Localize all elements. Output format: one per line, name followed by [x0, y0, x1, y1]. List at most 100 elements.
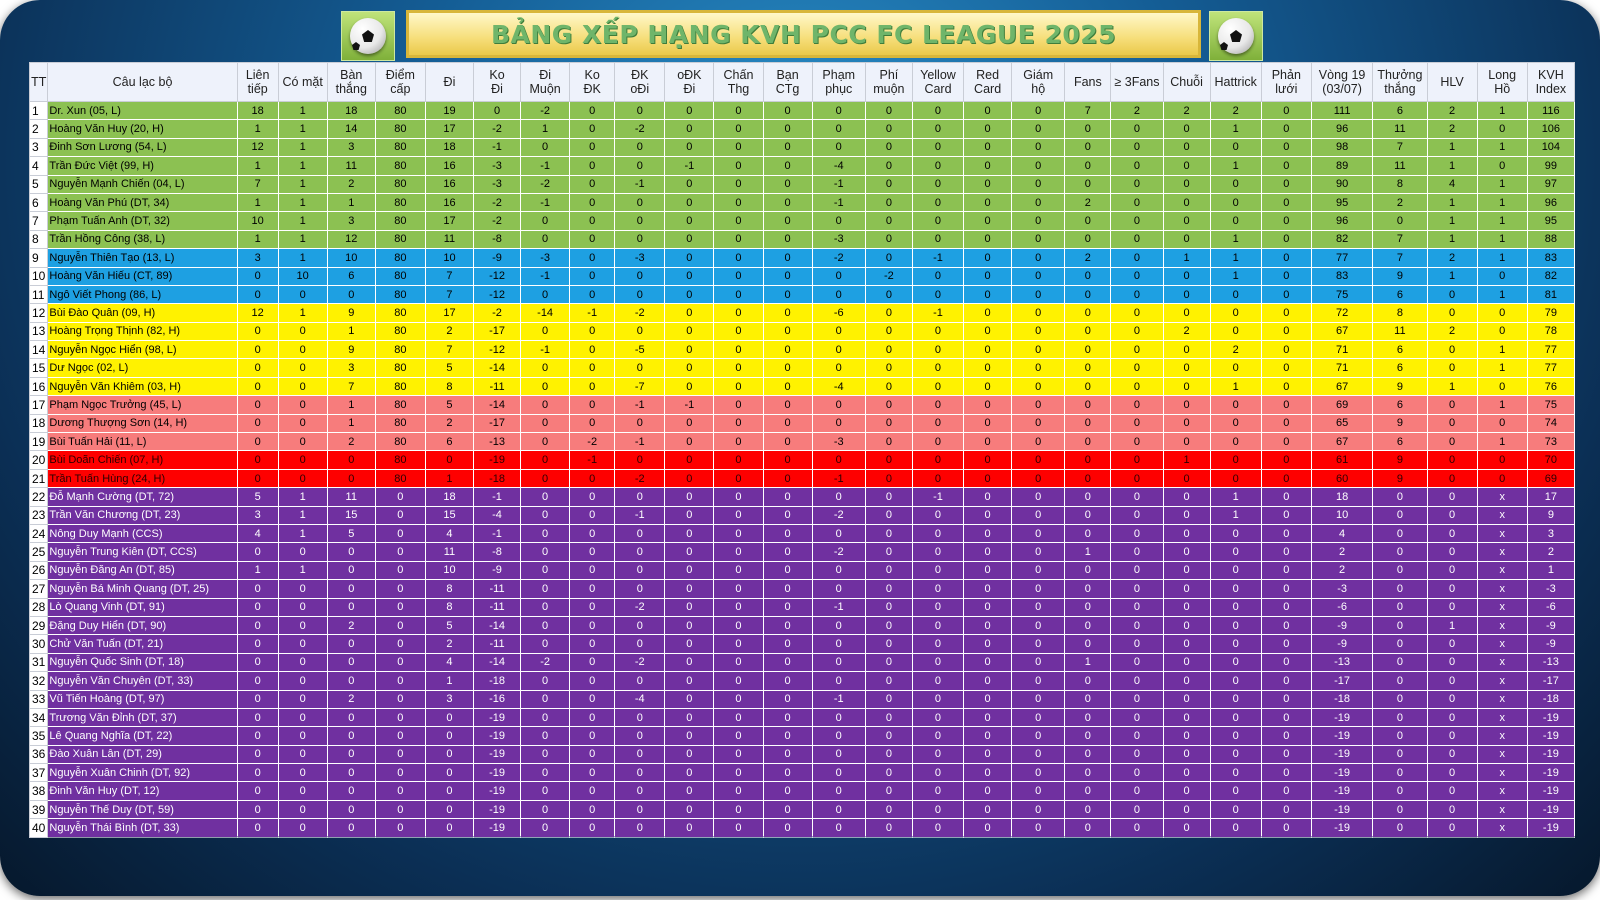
- table-row[interactable]: 24 Nông Duy Mạnh (CCS) 4 1 5 0 4 -1 0 0 0 0 0 0 0 0 0 0 0 0…: [28, 523, 1576, 544]
- column-header[interactable]: TT: [28, 62, 49, 102]
- column-header[interactable]: Hattrick: [1209, 62, 1262, 102]
- stat-cell: 0: [864, 542, 913, 562]
- column-header[interactable]: Red Card: [963, 62, 1013, 102]
- table-row[interactable]: 1 Dr. Xun (05, L) 18 1 18 80 19 0 -2 0 0 0 0 0 0 0 0 0 0 7 2…: [28, 100, 1576, 121]
- stat-cell: 0: [664, 192, 715, 213]
- column-header[interactable]: Bàn thắng: [326, 62, 376, 102]
- table-row[interactable]: 33 Vũ Tiến Hoàng (DT, 97) 0 0 2 0 3 -16 0 0 -4 0 0 0-…: [28, 689, 1576, 709]
- stat-cell: 1: [1162, 450, 1211, 470]
- stat-cell: 0: [963, 119, 1013, 139]
- table-row[interactable]: 40 Nguyễn Thái Bình (DT, 33) 0 0 0 0 0 -19 0 0 0 0 0…: [28, 818, 1576, 838]
- stat-cell: 0: [664, 560, 715, 581]
- stat-cell: 82: [1310, 229, 1374, 250]
- column-header[interactable]: Đi Muộn: [520, 62, 571, 102]
- column-header[interactable]: Chuỗi: [1162, 62, 1211, 102]
- column-header[interactable]: Yellow Card: [911, 62, 965, 102]
- table-row[interactable]: 19 Bùi Tuấn Hải (11, L) 0 0 2 80 6 -13 0 -2 -1 0 0 0-…: [28, 432, 1576, 452]
- table-row[interactable]: 31 Nguyễn Quốc Sinh (DT, 18) 0 0 0 0 4 -14 -2 0 -2…: [28, 652, 1576, 673]
- stat-cell: 80: [374, 432, 426, 452]
- table-row[interactable]: 16 Nguyễn Văn Khiêm (03, H) 0 0 7 80 8 -11 0 0 -7 0…: [28, 376, 1576, 397]
- stat-cell: 1: [1476, 340, 1528, 360]
- table-row[interactable]: 25 Nguyễn Trung Kiên (DT, CCS) 0 0 0 0 11 -8 0 0 0…: [28, 542, 1576, 562]
- column-header[interactable]: Câu lạc bộ: [47, 62, 238, 102]
- stat-cell: 0: [1260, 340, 1312, 360]
- table-row[interactable]: 12 Bùi Đào Quân (09, H) 12 1 9 80 17 -2 -14 -1 -2 0…: [28, 303, 1576, 323]
- table-row[interactable]: 4 Trần Đức Việt (99, H) 1 1 11 80 16 -3 -1 0 0 -1 0 0…: [28, 156, 1576, 176]
- column-header[interactable]: Có mặt: [277, 62, 328, 102]
- table-row[interactable]: 32 Nguyễn Văn Chuyên (DT, 33) 0 0 0 0 1 -18 0 0 0 0…: [28, 671, 1576, 691]
- table-row[interactable]: 7 Phạm Tuấn Anh (DT, 32) 10 1 3 80 17 -2 0 0 0 0 0 0 0…: [28, 211, 1576, 231]
- column-header[interactable]: ĐK oĐi: [614, 62, 666, 102]
- stat-cell: 0: [1260, 395, 1312, 415]
- table-row[interactable]: 6 Hoàng Văn Phú (DT, 34) 1 1 1 80 16 -2 -1 0 0 0 0 0-…: [28, 192, 1576, 213]
- player-name-cell: Lò Quang Vinh (DT, 91): [47, 597, 238, 617]
- table-row[interactable]: 36 Đào Xuân Lân (DT, 29) 0 0 0 0 0 -19 0 0 0 0 0 0 0 0 0…: [28, 744, 1576, 765]
- stat-cell: -17: [472, 321, 522, 342]
- table-row[interactable]: 15 Dư Ngọc (02, L) 0 0 3 80 5 -14 0 0 0 0 0 0 0 0 0 0 0 0 0 0…: [28, 358, 1576, 378]
- stat-cell: 0: [864, 707, 913, 728]
- column-header[interactable]: KVH Index: [1526, 62, 1576, 102]
- column-header[interactable]: Ko ĐK: [569, 62, 616, 102]
- stat-cell: 1: [277, 156, 328, 176]
- stat-cell: 0: [569, 395, 616, 415]
- table-row[interactable]: 39 Nguyễn Thế Duy (DT, 59) 0 0 0 0 0 -19 0 0 0 0 0 0 0…: [28, 799, 1576, 820]
- table-row[interactable]: 38 Đinh Văn Huy (DT, 12) 0 0 0 0 0 -19 0 0 0 0 0 0 0 0 0…: [28, 781, 1576, 801]
- table-row[interactable]: 20 Bùi Doãn Chiến (07, H) 0 0 0 80 0 -19 0 -1 0 0 0 0…: [28, 450, 1576, 470]
- column-header[interactable]: Giám hộ: [1011, 62, 1066, 102]
- table-row[interactable]: 3 Đinh Sơn Lương (54, L) 12 1 3 80 18 -1 0 0 0 0 0 0 0…: [28, 137, 1576, 158]
- table-row[interactable]: 11 Ngô Viết Phong (86, L) 0 0 0 80 7 -12 0 0 0 0 0 0 0…: [28, 284, 1576, 305]
- column-header[interactable]: Đi: [424, 62, 475, 102]
- table-row[interactable]: 10 Hoàng Văn Hiếu (CT, 89) 0 10 6 80 7 -12 -1 0 0 0…: [28, 266, 1576, 286]
- stat-cell: -19: [1310, 744, 1374, 765]
- column-header[interactable]: Thưởng thắng: [1372, 62, 1428, 102]
- table-row[interactable]: 27 Nguyễn Bá Minh Quang (DT, 25) 0 0 0 0 8 -11 0…: [28, 579, 1576, 599]
- table-row[interactable]: 14 Nguyễn Ngọc Hiển (98, L) 0 0 9 80 7 -12 -1 0 -5…: [28, 340, 1576, 360]
- stat-cell: 0: [1426, 652, 1478, 673]
- app-frame: BẢNG XẾP HẠNG KVH PCC FC LEAGUE 2025 TT C…: [0, 0, 1600, 896]
- stat-cell: 1: [1476, 432, 1528, 452]
- stat-cell: 0: [1209, 284, 1262, 305]
- column-header[interactable]: Điểm cấp: [374, 62, 426, 102]
- table-row[interactable]: 9 Nguyễn Thiên Tạo (13, L) 3 1 10 80 10 -9 -3 0 -3…: [28, 248, 1576, 268]
- stat-cell: 0: [1426, 303, 1478, 323]
- stat-cell: 0: [236, 358, 279, 378]
- table-row[interactable]: 35 Lê Quang Nghĩa (DT, 22) 0 0 0 0 0 -19 0 0 0 0 0 0 0…: [28, 726, 1576, 746]
- column-header[interactable]: Bạn CTg: [762, 62, 813, 102]
- column-header[interactable]: Long Hồ: [1476, 62, 1528, 102]
- table-row[interactable]: 17 Phạm Ngọc Trưởng (45, L) 0 0 1 80 5 -14 0 0 -1-…: [28, 395, 1576, 415]
- column-header[interactable]: Vòng 19 (03/07): [1310, 62, 1374, 102]
- table-row[interactable]: 22 Đỗ Mạnh Cường (DT, 72) 5 1 11 0 18 -1 0 0 0 0 0 0 0…: [28, 487, 1576, 507]
- table-row[interactable]: 30 Chử Văn Tuấn (DT, 21) 0 0 0 0 2 -11 0 0 0 0 0 0 0 0 0…: [28, 634, 1576, 654]
- table-row[interactable]: 5 Nguyễn Mạnh Chiến (04, L) 7 1 2 80 16 -3 -2 0 -1…: [28, 174, 1576, 194]
- stat-cell: 0: [911, 192, 965, 213]
- table-row[interactable]: 2 Hoàng Văn Huy (20, H) 1 1 14 80 17 -2 1 0 -2 0 0 0 0…: [28, 119, 1576, 139]
- table-row[interactable]: 8 Trần Hồng Công (38, L) 1 1 12 80 11 -8 0 0 0 0 0 0-…: [28, 229, 1576, 250]
- stat-cell: 0: [326, 726, 376, 746]
- stat-cell: 0: [569, 119, 616, 139]
- table-row[interactable]: 21 Trần Tuấn Hùng (24, H) 0 0 0 80 1 -18 0 0 -2 0 0 0…: [28, 468, 1576, 489]
- table-row[interactable]: 23 Trần Văn Chương (DT, 23) 3 1 15 0 15 -4 0 0 -1 0…: [28, 505, 1576, 525]
- column-header[interactable]: Ko Đi: [472, 62, 522, 102]
- column-header[interactable]: Phạm phục: [811, 62, 866, 102]
- table-row[interactable]: 18 Dương Thượng Sơn (14, H) 0 0 1 80 2 -17 0 0 0 0 0…: [28, 413, 1576, 434]
- stat-cell: 0: [1110, 321, 1164, 342]
- table-row[interactable]: 26 Nguyễn Đăng An (DT, 85) 1 1 0 0 10 -9 0 0 0 0 0 0 0…: [28, 560, 1576, 581]
- table-row[interactable]: 13 Hoàng Trọng Thịnh (82, H) 0 0 1 80 2 -17 0 0 0 0…: [28, 321, 1576, 342]
- column-header[interactable]: oĐK Đi: [664, 62, 715, 102]
- column-header[interactable]: ≥ 3Fans: [1110, 62, 1164, 102]
- column-header[interactable]: Phản lưới: [1260, 62, 1312, 102]
- stat-cell: 1: [1476, 248, 1528, 268]
- column-header[interactable]: Chấn Thg: [713, 62, 764, 102]
- table-row[interactable]: 34 Trương Văn Đỉnh (DT, 37) 0 0 0 0 0 -19 0 0 0 0 0 0…: [28, 707, 1576, 728]
- stat-cell: 0: [1209, 560, 1262, 581]
- table-row[interactable]: 29 Đặng Duy Hiển (DT, 90) 0 0 2 0 5 -14 0 0 0 0 0 0 0 0…: [28, 615, 1576, 636]
- column-header[interactable]: Fans: [1064, 62, 1112, 102]
- column-header[interactable]: Phí muộn: [864, 62, 913, 102]
- column-header[interactable]: Liên tiếp: [236, 62, 279, 102]
- stat-cell: 0: [762, 284, 813, 305]
- column-header[interactable]: HLV: [1426, 62, 1478, 102]
- stat-cell: 0: [1372, 652, 1428, 673]
- table-row[interactable]: 28 Lò Quang Vinh (DT, 91) 0 0 0 0 8 -11 0 0 -2 0 0 0-…: [28, 597, 1576, 617]
- stat-cell: 0: [1209, 579, 1262, 599]
- table-row[interactable]: 37 Nguyễn Xuân Chinh (DT, 92) 0 0 0 0 0 -19 0 0 0 0…: [28, 763, 1576, 783]
